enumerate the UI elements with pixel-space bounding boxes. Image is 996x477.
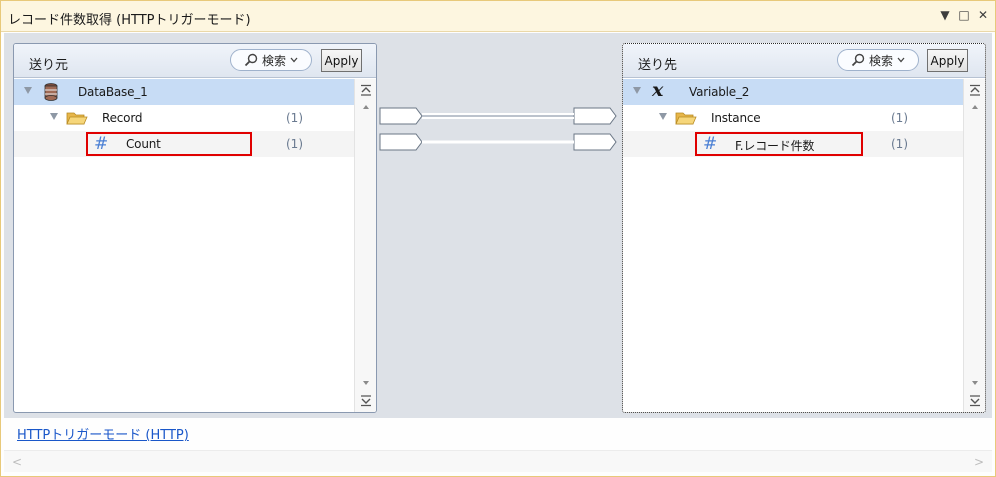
expand-triangle-icon[interactable] — [659, 113, 667, 120]
source-panel-header: 送り元 検索 Apply — [14, 44, 376, 78]
expand-triangle-icon[interactable] — [633, 87, 641, 94]
tree-row-count: (1) — [891, 137, 908, 151]
source-search-button[interactable]: 検索 — [230, 49, 312, 71]
search-icon — [851, 53, 865, 67]
destination-search-button[interactable]: 検索 — [837, 49, 919, 71]
source-search-label: 検索 — [261, 53, 286, 68]
scroll-left-icon[interactable]: < — [12, 455, 22, 469]
tree-row-label: Record — [102, 111, 143, 125]
folder-icon — [66, 112, 88, 125]
database-icon — [44, 83, 58, 101]
source-tree: DataBase_1 Record (1) # Count (1) — [14, 79, 354, 412]
tree-row-label: Variable_2 — [689, 85, 750, 99]
horizontal-scrollbar[interactable]: < > — [4, 450, 992, 472]
scroll-up-icon[interactable] — [967, 99, 983, 115]
menu-dropdown-icon[interactable]: ▼ — [939, 8, 951, 22]
scroll-bottom-icon[interactable] — [358, 393, 374, 409]
window-title: レコード件数取得 (HTTPトリガーモード) — [8, 13, 251, 28]
window-controls: ▼ □ ✕ — [939, 8, 989, 22]
maximize-icon[interactable]: □ — [958, 8, 970, 22]
tree-row-instance[interactable]: Instance (1) — [623, 105, 963, 131]
variable-x-icon: x — [652, 79, 664, 101]
source-panel: 送り元 検索 Apply DataBase_1 Record (1) # Cou… — [13, 43, 377, 413]
search-icon — [244, 53, 258, 67]
destination-panel-title: 送り先 — [638, 58, 678, 73]
source-scrollbar[interactable] — [354, 79, 376, 412]
destination-search-label: 検索 — [868, 53, 893, 68]
scroll-bottom-icon[interactable] — [967, 393, 983, 409]
close-icon[interactable]: ✕ — [977, 8, 989, 22]
mapping-line-record-instance[interactable] — [378, 106, 618, 126]
scroll-top-icon[interactable] — [967, 82, 983, 98]
source-apply-button[interactable]: Apply — [321, 49, 362, 72]
mapping-canvas: 送り元 検索 Apply DataBase_1 Record (1) # Cou… — [4, 33, 992, 418]
destination-panel: 送り先 検索 Apply x Variable_2 Instance (1) #… — [622, 43, 986, 413]
tree-row-count: (1) — [891, 111, 908, 125]
expand-triangle-icon[interactable] — [50, 113, 58, 120]
tree-row-label: DataBase_1 — [78, 85, 148, 99]
tree-row-database[interactable]: DataBase_1 — [14, 79, 354, 105]
tree-row-record-count-field[interactable]: # F.レコード件数 (1) — [623, 131, 963, 157]
tree-row-variable[interactable]: x Variable_2 — [623, 79, 963, 105]
highlight-box — [695, 132, 863, 156]
scroll-up-icon[interactable] — [358, 99, 374, 115]
highlight-box — [86, 132, 252, 156]
tree-row-label: Instance — [711, 111, 761, 125]
mapping-line-count-field[interactable] — [378, 132, 618, 152]
scroll-down-icon[interactable] — [358, 375, 374, 391]
destination-scrollbar[interactable] — [963, 79, 985, 412]
destination-panel-header: 送り先 検索 Apply — [623, 44, 985, 78]
tree-row-count: (1) — [286, 111, 303, 125]
scroll-down-icon[interactable] — [967, 375, 983, 391]
trigger-mode-link[interactable]: HTTPトリガーモード (HTTP) — [17, 424, 189, 443]
scroll-top-icon[interactable] — [358, 82, 374, 98]
tree-row-count: (1) — [286, 137, 303, 151]
mapping-window: レコード件数取得 (HTTPトリガーモード) ▼ □ ✕ 送り元 検索 Appl… — [0, 0, 996, 477]
expand-triangle-icon[interactable] — [24, 87, 32, 94]
tree-row-count-field[interactable]: # Count (1) — [14, 131, 354, 157]
scroll-right-icon[interactable]: > — [974, 455, 984, 469]
title-bar: レコード件数取得 (HTTPトリガーモード) ▼ □ ✕ — [1, 1, 995, 32]
source-panel-title: 送り元 — [29, 58, 69, 73]
destination-apply-button[interactable]: Apply — [927, 49, 968, 72]
tree-row-record[interactable]: Record (1) — [14, 105, 354, 131]
chevron-down-icon — [897, 57, 905, 63]
destination-tree: x Variable_2 Instance (1) # F.レコード件数 (1) — [623, 79, 963, 412]
chevron-down-icon — [290, 57, 298, 63]
folder-icon — [675, 112, 697, 125]
